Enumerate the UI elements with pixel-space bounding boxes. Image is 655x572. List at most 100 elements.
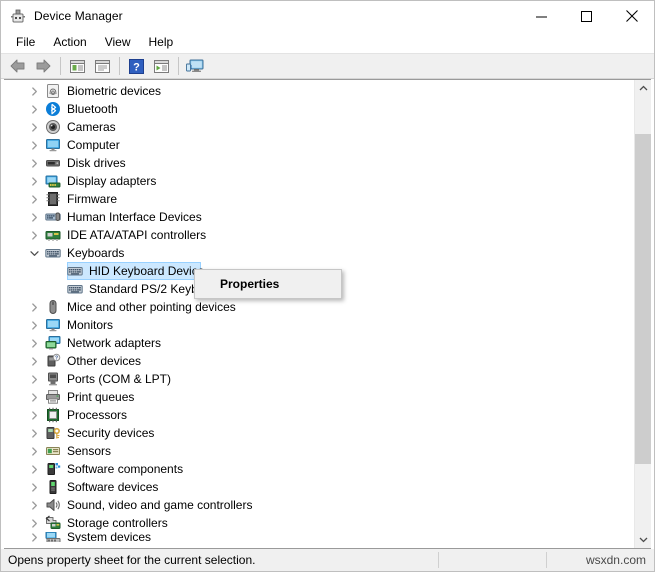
tree-item-label: Human Interface Devices (67, 210, 202, 224)
chevron-right-icon[interactable] (26, 496, 42, 514)
tree-item-software-devices[interactable]: Software devices (4, 478, 634, 496)
minimize-button[interactable] (519, 1, 564, 31)
chevron-right-icon[interactable] (26, 100, 42, 118)
chevron-right-icon[interactable] (26, 226, 42, 244)
computer-icon (45, 137, 61, 153)
context-menu-item-properties[interactable]: Properties (195, 270, 341, 298)
menu-bar: File Action View Help (1, 31, 654, 53)
menu-help[interactable]: Help (140, 32, 183, 52)
tree-item-human-interface-devices[interactable]: Human Interface Devices (4, 208, 634, 226)
watermark: wsxdn.com (585, 553, 646, 567)
tree-item-software-components[interactable]: Software components (4, 460, 634, 478)
tree-item-bluetooth[interactable]: Bluetooth (4, 100, 634, 118)
tree-item-sound-video-and-game-controllers[interactable]: Sound, video and game controllers (4, 496, 634, 514)
tree-item-storage-controllers[interactable]: Storage controllers (4, 514, 634, 532)
tree-item-computer[interactable]: Computer (4, 136, 634, 154)
menu-file[interactable]: File (7, 32, 44, 52)
scan-hardware-changes-icon[interactable] (183, 55, 207, 77)
status-message: Opens property sheet for the current sel… (8, 553, 256, 567)
menu-action[interactable]: Action (44, 32, 95, 52)
tree-scrollbar[interactable] (634, 80, 651, 548)
tree-item-cameras[interactable]: Cameras (4, 118, 634, 136)
device-manager-icon (10, 8, 26, 24)
chevron-right-icon[interactable] (26, 460, 42, 478)
firmware-icon (45, 191, 61, 207)
chevron-right-icon[interactable] (26, 208, 42, 226)
tree-item-label: Software devices (67, 480, 159, 494)
update-driver-icon[interactable] (149, 55, 173, 77)
chevron-right-icon[interactable] (26, 298, 42, 316)
tree-item-label: Sound, video and game controllers (67, 498, 253, 512)
chevron-right-icon[interactable] (26, 316, 42, 334)
tree-item-monitors[interactable]: Monitors (4, 316, 634, 334)
chevron-right-icon[interactable] (26, 352, 42, 370)
chevron-right-icon[interactable] (26, 334, 42, 352)
chevron-right-icon[interactable] (26, 190, 42, 208)
tree-item-biometric-devices[interactable]: Biometric devices (4, 82, 634, 100)
tree-item-label: System devices (67, 532, 152, 542)
tree-item-keyboards[interactable]: Keyboards (4, 244, 634, 262)
device-tree[interactable]: Biometric devices Bluetooth Cameras Compute… (4, 80, 634, 548)
chevron-right-icon[interactable] (26, 514, 42, 532)
sound-icon (45, 497, 61, 513)
scrollbar-thumb[interactable] (635, 134, 651, 464)
mouse-icon (45, 299, 61, 315)
tree-item-display-adapters[interactable]: Display adapters (4, 172, 634, 190)
scrollbar-track[interactable] (635, 97, 651, 531)
tree-item-ports-com-lpt[interactable]: Ports (COM & LPT) (4, 370, 634, 388)
chevron-right-icon[interactable] (26, 532, 42, 542)
help-icon[interactable]: ? (124, 55, 148, 77)
tree-item-label: Network adapters (67, 336, 162, 350)
chevron-right-icon[interactable] (26, 478, 42, 496)
properties-icon[interactable] (90, 55, 114, 77)
show-hidden-devices-icon[interactable] (65, 55, 89, 77)
tree-item-disk-drives[interactable]: Disk drives (4, 154, 634, 172)
tree-item-label: Processors (67, 408, 128, 422)
security-device-icon (45, 425, 61, 441)
chevron-right-icon[interactable] (26, 370, 42, 388)
chevron-right-icon[interactable] (26, 136, 42, 154)
device-manager-window: Device Manager File Action View Help ? B… (0, 0, 655, 572)
tree-item-network-adapters[interactable]: Network adapters (4, 334, 634, 352)
tree-item-ide-ata-atapi-controllers[interactable]: IDE ATA/ATAPI controllers (4, 226, 634, 244)
tree-item-security-devices[interactable]: Security devices (4, 424, 634, 442)
tree-item-mice-and-other-pointing-devices[interactable]: Mice and other pointing devices (4, 298, 634, 316)
software-device-icon (45, 479, 61, 495)
disk-drive-icon (45, 155, 61, 171)
storage-controller-icon (45, 515, 61, 531)
tree-item-other-devices[interactable]: ? Other devices (4, 352, 634, 370)
tree-item-processors[interactable]: Processors (4, 406, 634, 424)
tree-item-system-devices[interactable]: System devices (4, 532, 634, 542)
back-arrow-icon[interactable] (6, 55, 30, 77)
tree-item-print-queues[interactable]: Print queues (4, 388, 634, 406)
chevron-right-icon[interactable] (26, 118, 42, 136)
separator-1 (60, 57, 61, 75)
tree-item-firmware[interactable]: Firmware (4, 190, 634, 208)
scroll-down-button[interactable] (635, 531, 651, 548)
biometric-icon (45, 83, 61, 99)
menu-view[interactable]: View (96, 32, 140, 52)
chevron-right-icon[interactable] (26, 82, 42, 100)
hid-icon (45, 209, 61, 225)
window-controls (519, 1, 654, 31)
chevron-right-icon[interactable] (26, 388, 42, 406)
sensor-icon (45, 443, 61, 459)
context-menu[interactable]: Properties (194, 269, 342, 299)
other-devices-icon: ? (45, 353, 61, 369)
chevron-right-icon[interactable] (26, 442, 42, 460)
svg-text:?: ? (55, 355, 58, 361)
svg-text:?: ? (133, 61, 140, 73)
scroll-up-button[interactable] (635, 80, 651, 97)
chevron-right-icon[interactable] (26, 424, 42, 442)
forward-arrow-icon[interactable] (31, 55, 55, 77)
close-button[interactable] (609, 1, 654, 31)
port-icon (45, 371, 61, 387)
maximize-button[interactable] (564, 1, 609, 31)
chevron-right-icon[interactable] (26, 154, 42, 172)
chevron-right-icon[interactable] (26, 406, 42, 424)
tree-item-label: Monitors (67, 318, 114, 332)
tree-item-label: Mice and other pointing devices (67, 300, 236, 314)
chevron-right-icon[interactable] (26, 172, 42, 190)
chevron-down-icon[interactable] (26, 244, 42, 262)
tree-item-sensors[interactable]: Sensors (4, 442, 634, 460)
